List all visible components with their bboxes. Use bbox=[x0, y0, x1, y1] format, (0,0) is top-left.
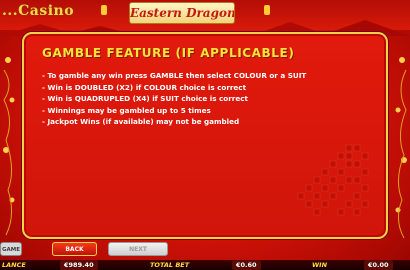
left-ornament-decoration bbox=[3, 57, 15, 236]
panel-title: GAMBLE FEATURE (IF APPLICABLE) bbox=[42, 46, 295, 60]
game-screen: ...Casino Eastern Dragon GAMBLE FEATURE … bbox=[0, 0, 410, 270]
top-banner: ...Casino Eastern Dragon bbox=[0, 0, 410, 36]
lantern-icon bbox=[264, 5, 270, 15]
balance-label: LANCE bbox=[2, 261, 26, 269]
back-button[interactable]: BACK bbox=[52, 242, 97, 256]
game-logo: Eastern Dragon bbox=[129, 2, 235, 24]
balance-value: €989.40 bbox=[60, 260, 98, 270]
rule-item: - Win is QUADRUPLED (X4) if SUIT choice … bbox=[42, 94, 248, 104]
rule-item: - Winnings may be gambled up to 5 times bbox=[42, 105, 211, 115]
total-bet-value: €0.60 bbox=[232, 260, 261, 270]
win-value: €0.00 bbox=[364, 260, 393, 270]
help-panel: GAMBLE FEATURE (IF APPLICABLE) - To gamb… bbox=[22, 32, 388, 239]
rule-item: - To gamble any win press GAMBLE then se… bbox=[42, 71, 307, 80]
total-bet-label: TOTAL BET bbox=[150, 261, 190, 269]
rule-item: - Win is DOUBLED (X2) if COLOUR choice i… bbox=[42, 82, 247, 92]
navigation-buttons: GAME BACK NEXT bbox=[0, 242, 410, 258]
lattice-pattern-decoration bbox=[297, 144, 369, 216]
casino-logo: ...Casino bbox=[2, 3, 75, 19]
rule-item: - Jackpot Wins (if available) may not be… bbox=[42, 117, 240, 127]
status-bar: LANCE €989.40 TOTAL BET €0.60 WIN €0.00 bbox=[0, 260, 410, 270]
win-label: WIN bbox=[312, 261, 328, 269]
right-ornament-decoration bbox=[395, 57, 407, 239]
rules-list: - To gamble any win press GAMBLE then se… bbox=[42, 70, 372, 128]
game-button[interactable]: GAME bbox=[0, 242, 22, 256]
lantern-icon bbox=[101, 5, 107, 15]
next-button[interactable]: NEXT bbox=[108, 242, 168, 256]
